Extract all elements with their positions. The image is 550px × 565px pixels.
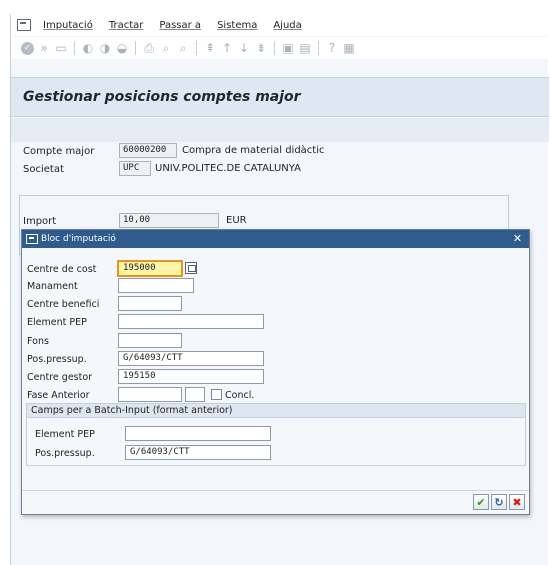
exit-icon[interactable]: ◑ [98,41,112,55]
pos-pressup-label: Pos.pressup. [27,354,87,365]
centre-de-cost-input[interactable]: 195000 [117,260,183,277]
fons-label: Fons [27,336,49,347]
pos-pressup-input[interactable]: G/64093/CTT [118,351,264,366]
back-icon[interactable]: ◐ [81,41,95,55]
cancel-icon[interactable]: ◒ [115,41,129,55]
centre-gestor-label: Centre gestor [27,372,93,383]
import-label: Import [23,216,57,227]
help-icon[interactable]: ? [325,41,339,55]
fons-input[interactable] [118,333,182,348]
toolbar-divider [196,41,197,55]
close-icon[interactable]: ✕ [511,232,524,245]
application-toolbar [11,118,549,142]
batch-pos-pressup-label: Pos.pressup. [35,448,95,459]
batch-element-pep-input[interactable] [125,426,271,441]
last-page-icon[interactable]: ⇟ [254,41,268,55]
concl-checkbox[interactable] [211,389,222,400]
element-pep-input[interactable] [118,314,264,329]
dialog-window-icon [26,234,38,244]
menu-item-tractar[interactable]: Tractar [109,20,144,31]
manament-label: Manament [27,281,78,292]
societat-field[interactable]: UPC [119,161,151,176]
fase-anterior-label: Fase Anterior [27,390,90,401]
element-pep-label: Element PEP [27,317,87,328]
previous-page-icon[interactable]: ↑ [220,41,234,55]
find-icon[interactable]: ⌕ [159,41,173,55]
compte-major-description: Compra de material didàctic [182,145,325,156]
print-icon[interactable]: ⎙ [142,41,156,55]
dialog-footer-divider [22,490,529,491]
fase-anterior-input[interactable] [118,387,182,402]
continue-button[interactable]: ✔ [473,494,489,510]
import-field[interactable]: 10,00 [119,213,219,228]
fase-anterior-position-input[interactable] [185,387,205,402]
toolbar-divider [274,41,275,55]
command-field-icon[interactable]: » [37,41,51,55]
menu-item-sistema[interactable]: Sistema [217,20,257,31]
next-page-icon[interactable]: ↓ [237,41,251,55]
new-session-icon[interactable]: ▣ [281,41,295,55]
compte-major-field[interactable]: 60000200 [119,143,177,158]
toolbar-divider [135,41,136,55]
societat-label: Societat [23,164,64,175]
toolbar-divider [318,41,319,55]
menu-window-icon[interactable] [17,19,31,31]
batch-element-pep-label: Element PEP [35,429,95,440]
compte-major-label: Compte major [23,146,95,157]
centre-gestor-input[interactable]: 195150 [118,369,264,384]
cancel-button[interactable]: ✖ [509,494,525,510]
value-help-icon[interactable] [185,262,197,274]
menu-item-passar-a[interactable]: Passar a [159,20,201,31]
menu-item-ajuda[interactable]: Ajuda [273,20,301,31]
manament-input[interactable] [118,278,194,293]
centre-benefici-label: Centre benefici [27,299,100,310]
batch-input-group: Camps per a Batch-Input (format anterior… [26,403,526,466]
save-icon[interactable]: ▭ [54,41,68,55]
first-page-icon[interactable]: ⇞ [203,41,217,55]
batch-pos-pressup-input[interactable]: G/64093/CTT [125,445,271,460]
shortcut-icon[interactable]: ▤ [298,41,312,55]
centre-de-cost-label: Centre de cost [27,264,97,275]
menu-bar: Imputació Tractar Passar a Sistema Ajuda [11,14,549,36]
title-bar: Gestionar posicions comptes major [11,77,549,117]
bloc-imputacio-dialog: Bloc d'imputació ✕ Centre de cost 195000… [21,229,530,515]
concl-label: Concl. [225,390,255,401]
societat-description: UNIV.POLITEC.DE CATALUNYA [155,163,301,174]
import-currency: EUR [226,215,247,226]
find-next-icon[interactable]: ⌕ [176,41,190,55]
dialog-title-bar: Bloc d'imputació ✕ [22,230,529,248]
refresh-button[interactable]: ↻ [491,494,507,510]
menu-item-imputacio[interactable]: Imputació [43,20,93,31]
dialog-title: Bloc d'imputació [41,234,116,244]
page-title: Gestionar posicions comptes major [23,89,301,105]
layout-menu-icon[interactable]: ▦ [342,41,356,55]
centre-benefici-input[interactable] [118,296,182,311]
batch-input-heading: Camps per a Batch-Input (format anterior… [27,404,525,418]
enter-icon[interactable]: ✓ [21,41,34,55]
standard-toolbar: ✓ » ▭ ◐ ◑ ◒ ⎙ ⌕ ⌕ ⇞ ↑ ↓ ⇟ ▣ ▤ ? ▦ [11,37,549,59]
toolbar-divider [74,41,75,55]
